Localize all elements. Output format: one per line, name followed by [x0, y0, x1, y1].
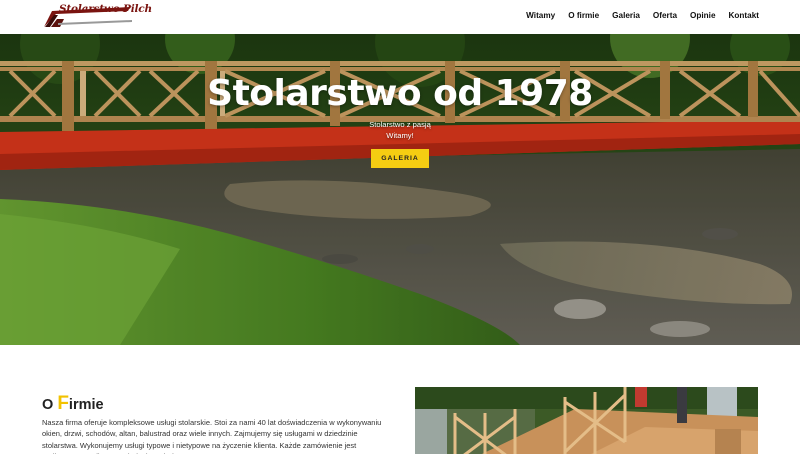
- gallery-button[interactable]: GALERIA: [371, 149, 429, 168]
- hero-welcome-text: Witamy!: [386, 131, 414, 140]
- nav-item-o-firmie[interactable]: O firmie: [568, 11, 599, 20]
- nav-item-opinie[interactable]: Opinie: [690, 11, 715, 20]
- nav-item-galeria[interactable]: Galeria: [612, 11, 640, 20]
- about-section: O Firmie Nasza firma oferuje kompleksowe…: [0, 345, 800, 454]
- site-logo[interactable]: Stolarstwo Pilch: [42, 3, 152, 29]
- logo-text: Stolarstwo Pilch: [59, 3, 152, 15]
- about-title-rest: irmie: [68, 397, 104, 413]
- about-photo: [415, 387, 758, 454]
- about-title: O Firmie: [42, 393, 104, 415]
- nav-item-kontakt[interactable]: Kontakt: [729, 11, 759, 20]
- site-header: Stolarstwo Pilch Witamy O firmie Galeria…: [0, 0, 800, 34]
- hero-subtitle: Stolarstwo z pasją: [369, 120, 431, 129]
- about-title-first-letter: F: [57, 393, 69, 414]
- hero-title: Stolarstwo od 1978: [207, 73, 593, 114]
- bridge-construction-image: [415, 387, 758, 454]
- about-title-prefix: O: [42, 397, 58, 413]
- about-description: Nasza firma oferuje kompleksowe usługi s…: [42, 418, 382, 454]
- nav-item-oferta[interactable]: Oferta: [653, 11, 677, 20]
- main-nav: Witamy O firmie Galeria Oferta Opinie Ko…: [526, 11, 759, 20]
- hero-section: Stolarstwo od 1978 Stolarstwo z pasją Wi…: [0, 34, 800, 345]
- nav-item-witamy[interactable]: Witamy: [526, 11, 555, 20]
